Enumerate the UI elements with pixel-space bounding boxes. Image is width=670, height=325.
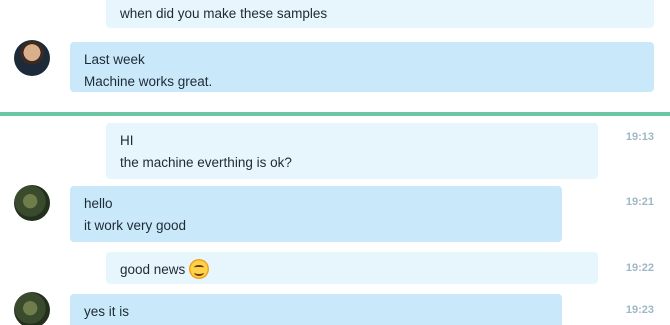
message-text: hello	[84, 196, 113, 211]
message-bubble-outgoing: when did you make these samples	[106, 0, 654, 28]
message-bubble-incoming: yes it is	[70, 294, 562, 325]
message-bubble-outgoing: HI the machine everthing is ok?	[106, 123, 598, 179]
message-timestamp: 19:23	[625, 304, 654, 316]
chat-messages-pane[interactable]: HI the machine everthing is ok? 19:13 he…	[0, 116, 670, 325]
avatar[interactable]	[14, 292, 50, 325]
avatar[interactable]	[14, 185, 50, 221]
message-text: Last week	[84, 52, 145, 67]
avatar[interactable]	[14, 40, 50, 76]
chat-history-pane[interactable]: when did you make these samples Last wee…	[0, 0, 670, 112]
message-bubble-incoming: Last week Machine works great.	[70, 42, 654, 92]
message-text: good news	[120, 259, 584, 281]
message-text: Machine works great.	[84, 74, 213, 89]
message-text: HI	[120, 133, 134, 148]
message-timestamp: 19:22	[625, 262, 654, 274]
message-text: yes it is	[84, 304, 130, 319]
message-timestamp: 19:13	[625, 131, 654, 143]
message-text: the machine everthing is ok?	[120, 155, 292, 170]
message-bubble-outgoing: good news	[106, 252, 598, 284]
message-text: when did you make these samples	[120, 6, 328, 21]
message-text-content: good news	[120, 262, 186, 277]
message-text: it work very good	[84, 218, 187, 233]
message-bubble-incoming: hello it work very good	[70, 186, 562, 242]
smiley-face-icon	[189, 259, 210, 279]
message-timestamp: 19:21	[625, 196, 654, 208]
